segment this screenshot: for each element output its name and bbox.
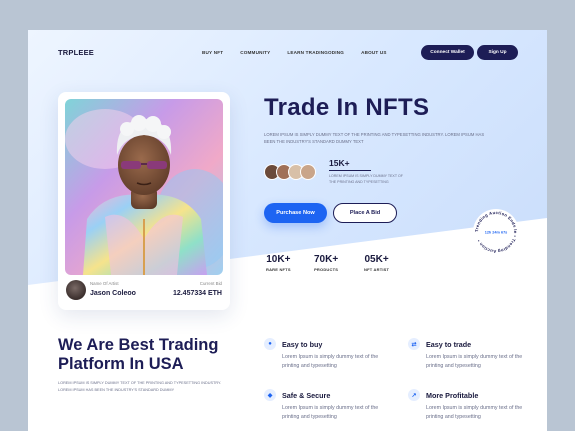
section-title-line2: Platform In USA <box>58 355 184 373</box>
people-avatars <box>264 164 320 180</box>
stat-label: PRODUCTS <box>314 267 339 272</box>
feature-description: Lorem Ipsum is simply dummy text of the … <box>426 354 523 369</box>
hero-title: Trade In NFTS <box>264 94 430 121</box>
shield-icon: ◆ <box>264 389 276 401</box>
nav-link-learn[interactable]: LEARN TRADINGODING <box>287 50 344 55</box>
connect-wallet-button[interactable]: Connect Wallet <box>421 45 474 60</box>
feature-description: Lorem Ipsum is simply dummy text of the … <box>282 405 379 420</box>
place-bid-button[interactable]: Place A Bid <box>333 203 397 223</box>
sign-up-button[interactable]: Sign Up <box>477 45 518 60</box>
auction-timer-badge[interactable]: Trending Auction Ends In • Trending Auct… <box>472 208 520 256</box>
artist-label: Name Of Artist <box>90 281 119 286</box>
feature-description: Lorem Ipsum is simply dummy text of the … <box>282 354 379 369</box>
purchase-now-button[interactable]: Purchase Now <box>264 203 327 223</box>
nft-artwork <box>65 99 223 275</box>
page-frame: TRPLEEE BUY NFT COMMUNITY LEARN TRADINGO… <box>28 30 547 431</box>
community-count: 15K+ <box>329 158 350 168</box>
divider <box>329 170 371 171</box>
nav-link-community[interactable]: COMMUNITY <box>240 50 270 55</box>
avatar <box>300 164 316 180</box>
stat-label: RARE NFTS <box>266 267 291 272</box>
current-bid-label: Current Bid <box>199 281 222 286</box>
artist-name: Jason Coleoo <box>90 290 136 297</box>
feature-title: Easy to trade <box>426 340 472 349</box>
feature-description: Lorem Ipsum is simply dummy text of the … <box>426 405 523 420</box>
stat-value: 05K+ <box>364 254 389 265</box>
current-bid-value: 12.457334 ETH <box>172 290 222 297</box>
stat-label: NFT ARTIST <box>364 267 390 272</box>
badge-time: 12h 24m 67s <box>485 231 508 235</box>
feature-title: Safe & Secure <box>282 391 331 400</box>
feature-title: More Profitable <box>426 391 479 400</box>
section-description: LOREM IPSUM IS SIMPLY DUMMY TEXT OF THE … <box>58 381 222 392</box>
nav-link-buy-nft[interactable]: BUY NFT <box>202 50 223 55</box>
coin-icon: ● <box>264 338 276 350</box>
nav-links: BUY NFT COMMUNITY LEARN TRADINGODING ABO… <box>202 50 387 55</box>
stat-value: 10K+ <box>266 254 291 265</box>
stat-rare-nfts: 10K+ RARE NFTS <box>266 254 291 272</box>
top-nav: TRPLEEE BUY NFT COMMUNITY LEARN TRADINGO… <box>28 30 547 75</box>
chart-icon: ↗ <box>408 389 420 401</box>
nav-link-about[interactable]: ABOUT US <box>361 50 387 55</box>
nft-card[interactable]: Name Of Artist Jason Coleoo Current Bid … <box>58 92 230 310</box>
logo[interactable]: TRPLEEE <box>58 48 94 57</box>
swap-icon: ⇄ <box>408 338 420 350</box>
section-title: We Are Best Trading Platform In USA <box>58 336 248 374</box>
artist-avatar[interactable] <box>66 280 86 300</box>
feature-title: Easy to buy <box>282 340 323 349</box>
community-description: LOREM IPSUM IS SIMPLY DUMMY TEXT OF THE … <box>329 174 403 184</box>
stat-value: 70K+ <box>314 254 339 265</box>
hero-description: LOREM IPSUM IS SIMPLY DUMMY TEXT OF THE … <box>264 132 485 144</box>
stat-nft-artist: 05K+ NFT ARTIST <box>364 254 389 272</box>
stat-products: 70K+ PRODUCTS <box>314 254 338 272</box>
section-title-line1: We Are Best Trading <box>58 336 219 354</box>
